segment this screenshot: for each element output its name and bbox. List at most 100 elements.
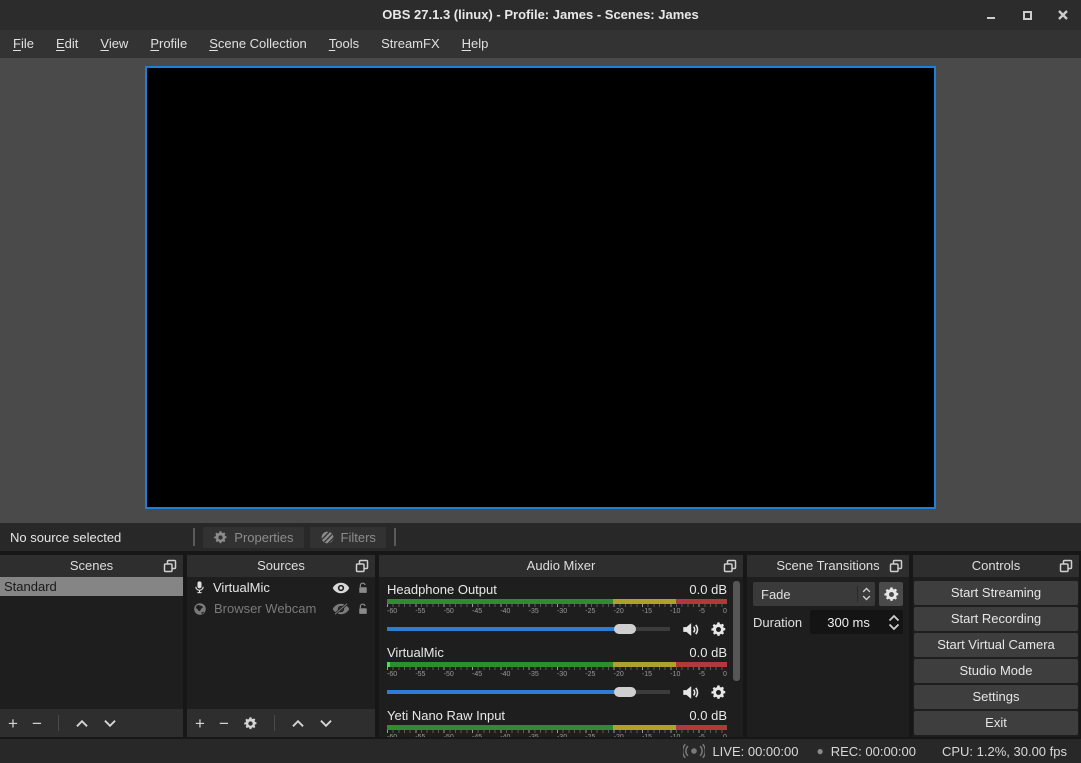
source-properties-gear-icon[interactable]	[243, 716, 258, 731]
scene-transitions-panel: Scene Transitions Fade	[747, 555, 909, 737]
live-status: LIVE: 00:00:00	[712, 744, 798, 759]
minimize-icon	[987, 17, 995, 19]
combo-arrows	[857, 586, 875, 602]
title-bar: OBS 27.1.3 (linux) - Profile: James - Sc…	[0, 0, 1081, 30]
menu-scene-collection[interactable]: Scene Collection	[198, 30, 318, 58]
add-source-button[interactable]: +	[195, 715, 205, 732]
volume-meter	[387, 599, 727, 604]
volume-slider-handle[interactable]	[614, 687, 636, 697]
menu-help[interactable]: Help	[451, 30, 500, 58]
main-area	[0, 58, 1081, 523]
source-name: VirtualMic	[213, 580, 325, 595]
volume-slider[interactable]	[387, 682, 670, 702]
popout-icon[interactable]	[354, 558, 370, 574]
close-icon	[1058, 10, 1068, 20]
chevron-up-icon	[862, 587, 871, 593]
unlock-icon[interactable]	[357, 581, 369, 595]
scenes-toolbar: + −	[0, 709, 183, 737]
meter-scale: -60-55-50-45-40-35-30-25-20-15-10-50	[387, 733, 727, 737]
maximize-button[interactable]	[1021, 9, 1033, 21]
remove-scene-button[interactable]: −	[32, 715, 42, 732]
menu-file[interactable]: File	[2, 30, 45, 58]
spin-down-icon[interactable]	[888, 623, 900, 631]
menu-view[interactable]: View	[89, 30, 139, 58]
microphone-icon	[193, 580, 206, 595]
eye-slash-icon[interactable]	[332, 603, 350, 615]
sources-panel-header[interactable]: Sources	[187, 555, 375, 577]
menu-streamfx[interactable]: StreamFX	[370, 30, 451, 58]
audio-mixer-title: Audio Mixer	[379, 555, 743, 577]
source-row-browser-webcam[interactable]: Browser Webcam	[187, 598, 375, 619]
source-toolbar: No source selected Properties Filters	[0, 523, 1081, 551]
channel-settings-gear-icon[interactable]	[710, 621, 727, 638]
speaker-icon[interactable]	[679, 620, 701, 639]
status-bar: LIVE: 00:00:00 ● REC: 00:00:00 CPU: 1.2%…	[0, 739, 1081, 763]
sources-toolbar: + −	[187, 709, 375, 737]
eye-icon[interactable]	[332, 582, 350, 594]
filters-button[interactable]: Filters	[310, 527, 386, 548]
popout-icon[interactable]	[162, 558, 178, 574]
divider	[274, 715, 275, 731]
menu-edit[interactable]: Edit	[45, 30, 89, 58]
menu-tools[interactable]: Tools	[318, 30, 370, 58]
record-dot-icon: ●	[816, 745, 823, 757]
start-virtual-camera-button[interactable]: Start Virtual Camera	[914, 633, 1078, 657]
properties-label: Properties	[234, 530, 293, 545]
popout-icon[interactable]	[722, 558, 738, 574]
scenes-panel-header[interactable]: Scenes	[0, 555, 183, 577]
chevron-down-icon	[862, 595, 871, 601]
audio-mixer-header[interactable]: Audio Mixer	[379, 555, 743, 577]
studio-mode-button[interactable]: Studio Mode	[914, 659, 1078, 683]
transition-selected-value: Fade	[753, 587, 857, 602]
move-source-down-button[interactable]	[319, 719, 333, 728]
scenes-panel-title: Scenes	[0, 555, 183, 577]
window-controls	[985, 0, 1075, 30]
transition-properties-button[interactable]	[879, 582, 903, 606]
source-status-text: No source selected	[0, 530, 121, 545]
mixer-channel-headphone-output: Headphone Output 0.0 dB -60-55-50-45-40-…	[387, 581, 727, 639]
gear-icon	[213, 530, 228, 545]
channel-settings-gear-icon[interactable]	[710, 684, 727, 701]
exit-button[interactable]: Exit	[914, 711, 1078, 735]
speaker-icon[interactable]	[679, 683, 701, 702]
preview-canvas[interactable]	[145, 66, 936, 509]
volume-meter	[387, 725, 727, 730]
start-streaming-button[interactable]: Start Streaming	[914, 581, 1078, 605]
scene-transitions-header[interactable]: Scene Transitions	[747, 555, 909, 577]
obs-window: OBS 27.1.3 (linux) - Profile: James - Sc…	[0, 0, 1081, 763]
spin-up-icon[interactable]	[888, 614, 900, 622]
move-scene-down-button[interactable]	[103, 719, 117, 728]
sources-panel: Sources VirtualMic Browser Webcam	[187, 555, 375, 737]
transition-select[interactable]: Fade	[753, 582, 875, 606]
sources-list[interactable]: VirtualMic Browser Webcam	[187, 577, 375, 709]
start-recording-button[interactable]: Start Recording	[914, 607, 1078, 631]
filters-label: Filters	[341, 530, 376, 545]
menu-profile[interactable]: Profile	[139, 30, 198, 58]
popout-icon[interactable]	[888, 558, 904, 574]
remove-source-button[interactable]: −	[219, 715, 229, 732]
channel-name: Yeti Nano Raw Input	[387, 707, 505, 725]
popout-icon[interactable]	[1058, 558, 1074, 574]
scene-transitions-body: Fade Duration 300 ms	[747, 577, 909, 737]
scene-transitions-title: Scene Transitions	[747, 555, 909, 577]
add-scene-button[interactable]: +	[8, 715, 18, 732]
settings-button[interactable]: Settings	[914, 685, 1078, 709]
unlock-icon[interactable]	[357, 602, 369, 616]
duration-spinbox[interactable]: 300 ms	[810, 610, 903, 634]
move-source-up-button[interactable]	[291, 719, 305, 728]
divider	[394, 528, 396, 546]
controls-header[interactable]: Controls	[913, 555, 1079, 577]
source-row-virtualmic[interactable]: VirtualMic	[187, 577, 375, 598]
properties-button[interactable]: Properties	[203, 527, 303, 548]
scenes-list[interactable]: Standard	[0, 577, 183, 709]
move-scene-up-button[interactable]	[75, 719, 89, 728]
minimize-button[interactable]	[985, 9, 997, 21]
mixer-channel-virtualmic: VirtualMic 0.0 dB -60-55-50-45-40-35-30-…	[387, 644, 727, 702]
scene-item-standard[interactable]: Standard	[0, 577, 183, 596]
scrollbar-thumb[interactable]	[733, 581, 740, 681]
controls-panel: Controls Start Streaming Start Recording…	[913, 555, 1079, 737]
volume-slider-handle[interactable]	[614, 624, 636, 634]
close-button[interactable]	[1057, 9, 1069, 21]
scrollbar[interactable]	[733, 581, 740, 733]
volume-slider[interactable]	[387, 619, 670, 639]
